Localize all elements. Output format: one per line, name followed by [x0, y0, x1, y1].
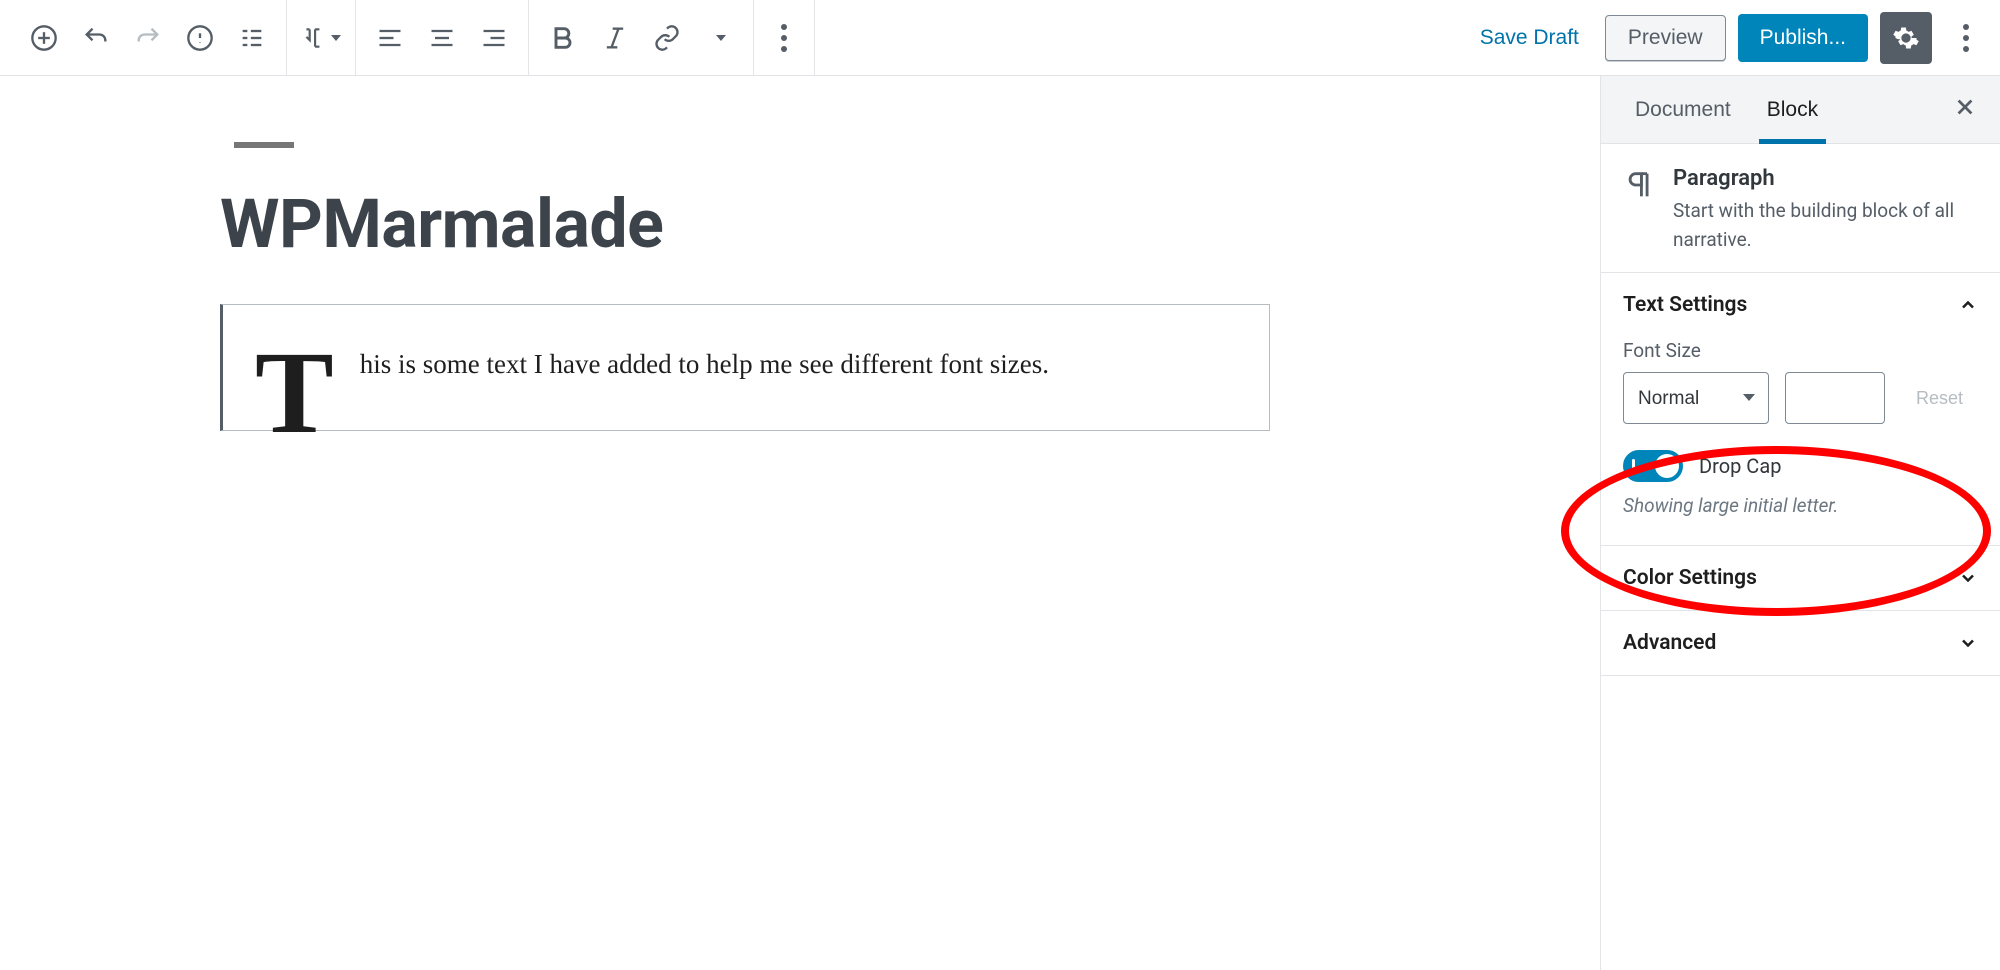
- color-settings-toggle[interactable]: Color Settings: [1623, 566, 1978, 590]
- editor-more-menu-button[interactable]: [1944, 12, 1988, 64]
- more-vertical-icon: [781, 24, 787, 52]
- editor-toolbar: Save Draft Preview Publish...: [0, 0, 2000, 76]
- align-right-button[interactable]: [468, 12, 520, 64]
- block-type-description: Start with the building block of all nar…: [1673, 197, 1978, 254]
- drop-cap-label: Drop Cap: [1699, 454, 1781, 478]
- bold-button[interactable]: [537, 12, 589, 64]
- font-size-label: Font Size: [1623, 339, 1978, 362]
- chevron-down-icon: [1958, 568, 1978, 588]
- reset-font-size-button[interactable]: Reset: [1901, 377, 1978, 420]
- redo-button: [122, 12, 174, 64]
- settings-toggle-button[interactable]: [1880, 12, 1932, 64]
- more-vertical-icon: [1963, 24, 1969, 52]
- settings-sidebar: Document Block Paragraph Start with the …: [1600, 76, 2000, 970]
- link-button[interactable]: [641, 12, 693, 64]
- preview-button[interactable]: Preview: [1605, 15, 1726, 61]
- close-icon: [1954, 96, 1976, 118]
- custom-font-size-input[interactable]: [1785, 372, 1885, 424]
- content-structure-button[interactable]: [174, 12, 226, 64]
- paragraph-block[interactable]: T his is some text I have added to help …: [220, 304, 1270, 431]
- section-title: Advanced: [1623, 631, 1716, 655]
- italic-button[interactable]: [589, 12, 641, 64]
- font-size-select[interactable]: Normal: [1623, 372, 1769, 424]
- caret-down-icon: [716, 35, 726, 41]
- drop-cap-letter: T: [255, 345, 334, 442]
- text-settings-section: Text Settings Font Size Normal Reset Dro…: [1601, 273, 2000, 546]
- undo-button[interactable]: [70, 12, 122, 64]
- theme-accent-bar: [234, 142, 294, 148]
- close-sidebar-button[interactable]: [1946, 86, 1984, 133]
- save-draft-button[interactable]: Save Draft: [1466, 18, 1593, 58]
- change-block-type-button[interactable]: [295, 12, 347, 64]
- chevron-up-icon: [1958, 295, 1978, 315]
- block-navigation-button[interactable]: [226, 12, 278, 64]
- block-description-panel: Paragraph Start with the building block …: [1601, 144, 2000, 273]
- more-rich-text-button[interactable]: [693, 12, 745, 64]
- chevron-down-icon: [1958, 633, 1978, 653]
- paragraph-text: his is some text I have added to help me…: [360, 349, 1049, 379]
- section-title: Color Settings: [1623, 566, 1757, 590]
- section-title: Text Settings: [1623, 293, 1747, 317]
- block-more-options-button[interactable]: [762, 12, 806, 64]
- align-left-button[interactable]: [364, 12, 416, 64]
- block-type-title: Paragraph: [1673, 166, 1978, 191]
- publish-button[interactable]: Publish...: [1738, 14, 1868, 62]
- gear-icon: [1892, 24, 1920, 52]
- tab-block[interactable]: Block: [1749, 76, 1836, 143]
- align-center-button[interactable]: [416, 12, 468, 64]
- post-title[interactable]: WPMarmalade: [220, 184, 1270, 264]
- caret-down-icon: [331, 35, 341, 41]
- paragraph-icon: [1623, 168, 1657, 202]
- add-block-button[interactable]: [18, 12, 70, 64]
- editor-canvas[interactable]: WPMarmalade T his is some text I have ad…: [0, 76, 1600, 970]
- drop-cap-help-text: Showing large initial letter.: [1623, 494, 1978, 517]
- tab-document[interactable]: Document: [1617, 76, 1749, 143]
- advanced-section: Advanced: [1601, 611, 2000, 676]
- advanced-toggle[interactable]: Advanced: [1623, 631, 1978, 655]
- text-settings-toggle[interactable]: Text Settings: [1623, 293, 1978, 317]
- color-settings-section: Color Settings: [1601, 546, 2000, 611]
- drop-cap-toggle[interactable]: [1623, 450, 1683, 482]
